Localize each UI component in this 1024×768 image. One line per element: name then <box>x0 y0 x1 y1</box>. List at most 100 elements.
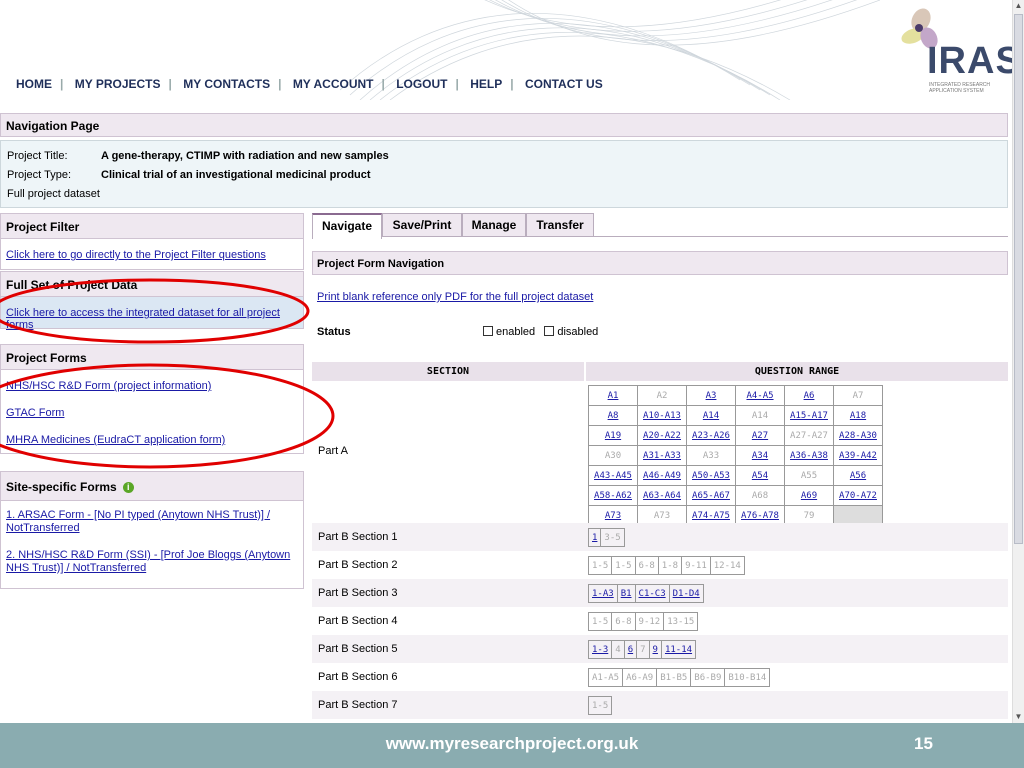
question-range-cell[interactable]: A70-A72 <box>833 485 883 506</box>
question-range-cell[interactable]: A27 <box>735 425 785 446</box>
project-filter-link[interactable]: Click here to go directly to the Project… <box>6 249 266 261</box>
question-range-cell[interactable]: 11-14 <box>660 640 697 659</box>
status-legend: enabled disabled <box>483 326 598 338</box>
part-b-range-table: 1-A3 B1 C1-C3 D1-D4 <box>588 584 704 603</box>
nav-logout[interactable]: LOGOUT <box>388 77 455 91</box>
question-range-cell[interactable]: A19 <box>588 425 638 446</box>
print-pdf-link[interactable]: Print blank reference only PDF for the f… <box>317 291 593 303</box>
part-a-grid-row: A19 A20-A22 A23-A26 A27 A27-A27 A28-A30 <box>588 425 883 446</box>
project-title-value: A gene-therapy, CTIMP with radiation and… <box>101 150 389 162</box>
question-range-cell[interactable]: A10-A13 <box>637 405 687 426</box>
question-range-cell[interactable]: A4-A5 <box>735 385 785 406</box>
disabled-label: disabled <box>557 326 599 338</box>
nav-my-projects[interactable]: MY PROJECTS <box>67 77 169 91</box>
form-link-nhs-rd[interactable]: NHS/HSC R&D Form (project information) <box>6 380 211 392</box>
question-range-cell[interactable]: 9 <box>648 640 662 659</box>
question-range-cell: A68 <box>735 485 785 506</box>
question-range-cell[interactable]: A8 <box>588 405 638 426</box>
question-range-cell[interactable]: A6 <box>784 385 834 406</box>
question-range-cell: A30 <box>588 445 638 466</box>
part-b-section-label: Part B Section 2 <box>318 559 398 571</box>
page-header: HOME | MY PROJECTS | MY CONTACTS | MY ACCOU… <box>0 0 1012 100</box>
nav-my-contacts[interactable]: MY CONTACTS <box>175 77 278 91</box>
section-table-header: SECTION QUESTION RANGE <box>312 362 1008 381</box>
question-range-cell[interactable]: D1-D4 <box>668 584 704 603</box>
question-range-cell[interactable]: A20-A22 <box>637 425 687 446</box>
question-range-cell: A2 <box>637 385 687 406</box>
question-range-cell[interactable]: A15-A17 <box>784 405 834 426</box>
question-range-cell[interactable]: A50-A53 <box>686 465 736 486</box>
question-range-cell[interactable]: A31-A33 <box>637 445 687 466</box>
part-b-row <box>312 691 1008 719</box>
question-range-cell[interactable]: A39-A42 <box>833 445 883 466</box>
navigation-page-title: Navigation Page <box>0 113 1008 137</box>
question-range-cell[interactable]: 1-3 <box>587 640 613 659</box>
question-range-cell: 1-5 <box>587 612 613 631</box>
logo-text: IRAS <box>927 40 1012 82</box>
part-b-section-label: Part B Section 5 <box>318 643 398 655</box>
question-range-cell: B1-B5 <box>656 668 692 687</box>
form-link-gtac[interactable]: GTAC Form <box>6 407 64 419</box>
full-set-link[interactable]: Click here to access the integrated data… <box>6 307 303 331</box>
question-range-cell[interactable]: A43-A45 <box>588 465 638 486</box>
scroll-down-icon[interactable]: ▼ <box>1014 711 1023 723</box>
question-range-cell: 6-8 <box>634 556 659 575</box>
question-range-cell: A27-A27 <box>784 425 834 446</box>
tab-manage[interactable]: Manage <box>462 213 526 236</box>
question-range-cell[interactable]: A3 <box>686 385 736 406</box>
project-type-value: Clinical trial of an investigational med… <box>101 169 371 181</box>
full-set-box: Click here to access the integrated data… <box>0 297 304 331</box>
question-range-cell: 1-8 <box>657 556 683 575</box>
tab-navigate[interactable]: Navigate <box>312 213 382 239</box>
question-range-cell[interactable]: A23-A26 <box>686 425 736 446</box>
question-range-cell: 1-5 <box>587 696 613 715</box>
top-navigation: HOME | MY PROJECTS | MY CONTACTS | MY ACCOU… <box>16 77 611 91</box>
question-range-cell[interactable]: A18 <box>833 405 883 426</box>
part-a-question-grid: A1 A2 A3 A4-A5 A6 A7 A8 A10-A13 A14 A14 A15-A17 A18… <box>588 385 883 526</box>
question-range-cell[interactable]: A36-A38 <box>784 445 834 466</box>
part-b-section-label: Part B Section 1 <box>318 531 398 543</box>
form-link-mhra[interactable]: MHRA Medicines (EudraCT application form… <box>6 434 225 446</box>
question-range-cell[interactable]: A58-A62 <box>588 485 638 506</box>
nav-my-account[interactable]: MY ACCOUNT <box>285 77 382 91</box>
question-range-cell[interactable]: 1 <box>587 528 602 547</box>
question-range-cell[interactable]: C1-C3 <box>634 584 670 603</box>
site-forms-box: 1. ARSAC Form - [No PI typed (Anytown NH… <box>0 501 304 589</box>
question-range-cell[interactable]: A14 <box>686 405 736 426</box>
nav-home[interactable]: HOME <box>16 77 60 91</box>
logo-subtext: INTEGRATED RESEARCH APPLICATION SYSTEM <box>929 82 991 94</box>
info-icon[interactable]: i <box>122 482 134 494</box>
question-range-cell[interactable]: 6 <box>623 640 638 659</box>
question-range-cell: A7 <box>833 385 883 406</box>
nav-help[interactable]: HELP <box>462 77 510 91</box>
question-range-cell[interactable]: A63-A64 <box>637 485 687 506</box>
tab-save-print[interactable]: Save/Print <box>382 213 462 236</box>
nav-contact-us[interactable]: CONTACT US <box>517 77 611 91</box>
question-range-cell[interactable]: A65-A67 <box>686 485 736 506</box>
question-range-cell[interactable]: 1-A3 <box>588 584 618 603</box>
project-form-navigation-header: Project Form Navigation <box>312 251 1008 275</box>
question-range-cell[interactable]: A46-A49 <box>637 465 687 486</box>
question-range-cell[interactable]: A54 <box>735 465 785 486</box>
footer-url: www.myresearchproject.org.uk <box>385 734 639 753</box>
site-form-link-arsac[interactable]: 1. ARSAC Form - [No PI typed (Anytown NH… <box>6 509 276 535</box>
vertical-scrollbar[interactable]: ▲ ▼ <box>1012 0 1024 725</box>
part-a-grid-row: A58-A62 A63-A64 A65-A67 A68 A69 A70-A72 <box>588 485 883 506</box>
question-range-cell: A14 <box>735 405 785 426</box>
question-range-cell[interactable]: B1 <box>616 584 636 603</box>
question-range-cell[interactable]: A28-A30 <box>833 425 883 446</box>
page-number: 15 <box>914 734 933 753</box>
site-form-link-ssi[interactable]: 2. NHS/HSC R&D Form (SSI) - [Prof Joe Bl… <box>6 549 291 575</box>
question-range-cell: 12-14 <box>709 556 745 575</box>
part-b-section-label: Part B Section 3 <box>318 587 398 599</box>
question-range-cell[interactable]: A69 <box>784 485 834 506</box>
question-range-cell[interactable]: A1 <box>588 385 638 406</box>
part-a-grid-row: A1 A2 A3 A4-A5 A6 A7 <box>588 385 883 406</box>
question-range-cell[interactable]: A56 <box>833 465 883 486</box>
scroll-up-icon[interactable]: ▲ <box>1014 0 1023 12</box>
tab-transfer[interactable]: Transfer <box>526 213 594 236</box>
question-range-cell[interactable]: A34 <box>735 445 785 466</box>
part-a-grid-row: A30 A31-A33 A33 A34 A36-A38 A39-A42 <box>588 445 883 466</box>
scroll-thumb[interactable] <box>1014 14 1023 544</box>
part-a-grid-row: A8 A10-A13 A14 A14 A15-A17 A18 <box>588 405 883 426</box>
